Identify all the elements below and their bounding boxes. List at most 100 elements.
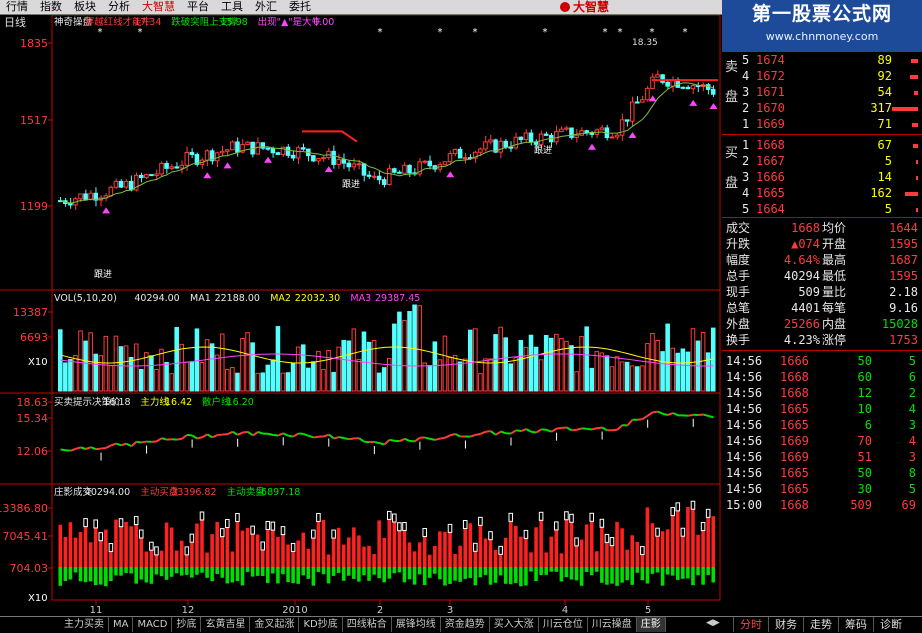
menu-item-6[interactable]: 工具: [215, 0, 249, 14]
volume-bar: [286, 373, 290, 391]
indicator-tab-6[interactable]: KD抄底: [299, 617, 342, 632]
buy-bar: [231, 551, 235, 567]
decision-segment: [349, 438, 354, 439]
menu-item-4[interactable]: 大智慧: [136, 0, 181, 14]
decision-segment: [157, 438, 162, 441]
indicator-tab-4[interactable]: 玄黄吉星: [201, 617, 250, 632]
indicator-tab-5[interactable]: 金叉起涨: [250, 617, 299, 632]
menu-item-5[interactable]: 平台: [181, 0, 215, 14]
menu-item-8[interactable]: 委托: [283, 0, 317, 14]
buy-bar: [205, 553, 209, 567]
buy-bar: [398, 531, 402, 567]
menu-item-1[interactable]: 指数: [34, 0, 68, 14]
indicator-tab-0[interactable]: 主力买卖: [60, 617, 109, 632]
follow-label: 跟进: [534, 145, 552, 156]
buy-bar: [266, 529, 270, 567]
volume-bar: [342, 340, 346, 391]
indicator-tab-12[interactable]: 川云操盘: [588, 617, 637, 632]
decision-segment: [511, 430, 516, 433]
volume-outline: [226, 520, 230, 528]
candle-body: [504, 141, 508, 147]
indicator-tab-1[interactable]: MA: [109, 617, 133, 632]
buy-bar: [200, 520, 204, 567]
sell-bar: [590, 567, 594, 575]
decision-segment: [207, 434, 212, 437]
indicator-tab-9[interactable]: 资金趋势: [441, 617, 490, 632]
stat-value: 4.23%: [758, 333, 820, 348]
volume-outline: [555, 522, 559, 530]
candle-body: [393, 169, 397, 173]
vol-legend-5: 22032.30: [295, 293, 340, 304]
volume-bar: [701, 332, 705, 391]
candle-body: [246, 142, 250, 144]
buy-volume-bar: [916, 208, 918, 212]
buy-bar: [463, 528, 467, 567]
candle-body: [317, 159, 321, 161]
indicator-tab-7[interactable]: 四线粘合: [343, 617, 392, 632]
signal-triangle: [446, 171, 454, 177]
stat-label: 均价: [822, 221, 846, 236]
menu-item-3[interactable]: 分析: [102, 0, 136, 14]
menu-item-7[interactable]: 外汇: [249, 0, 283, 14]
indicator-tab-3[interactable]: 抄底: [172, 617, 201, 632]
candle-body: [651, 77, 655, 88]
volume-bar: [443, 336, 447, 391]
buy-bar: [236, 522, 240, 567]
candle-body: [231, 142, 235, 150]
scroll-arrows-icon[interactable]: ◀▶: [706, 618, 720, 628]
indicator-tab-11[interactable]: 川云仓位: [539, 617, 588, 632]
volume-outline: [84, 519, 88, 527]
decision-segment: [324, 435, 329, 437]
volume-bar: [256, 373, 260, 391]
volume-bar: [398, 312, 402, 391]
sell-bar: [145, 567, 149, 582]
decision-segment: [688, 415, 693, 416]
sell-bar: [524, 567, 528, 585]
decision-segment: [643, 416, 648, 419]
kline-chart[interactable]: 日线183515171199133876693X1018.6315.3412.0…: [0, 15, 722, 616]
candle-body: [514, 137, 518, 148]
star-marker: *: [438, 27, 443, 38]
volume-outline: [317, 513, 321, 521]
buy-bar: [529, 552, 533, 567]
buy-bar: [276, 537, 280, 567]
buy-bar: [150, 550, 154, 567]
buy-bar: [301, 533, 305, 567]
tick-row: 14:561665305: [722, 482, 922, 497]
decision-segment: [450, 434, 455, 435]
volume-bar: [676, 353, 680, 391]
volume-bar: [220, 334, 224, 391]
menu-item-0[interactable]: 行情: [0, 0, 34, 14]
candle-body: [585, 131, 589, 133]
buy-bar: [565, 520, 569, 567]
view-tab-3[interactable]: 筹码: [838, 617, 873, 632]
buy-bar: [433, 546, 437, 567]
view-tab-1[interactable]: 财务: [768, 617, 803, 632]
indicator-tab-13[interactable]: 庄影: [637, 617, 666, 632]
candle-body: [555, 132, 559, 142]
buy-bar: [226, 528, 230, 567]
volume-outline: [479, 517, 483, 525]
decision-segment: [248, 432, 253, 436]
indicator-tab-10[interactable]: 买入大涨: [490, 617, 539, 632]
view-tab-2[interactable]: 走势: [803, 617, 838, 632]
decision-segment: [481, 432, 486, 434]
candle-body: [236, 142, 240, 152]
buy-bar: [701, 531, 705, 567]
volume-outline: [474, 543, 478, 551]
view-tab-0[interactable]: 分时: [733, 617, 768, 632]
volume-outline: [524, 530, 528, 538]
sell-bar: [651, 567, 655, 574]
tick-price: 1665: [780, 482, 809, 497]
decision-segment: [81, 447, 86, 449]
indicator-tab-2[interactable]: MACD: [133, 617, 172, 632]
decision-segment: [516, 430, 521, 431]
volume-bar: [636, 367, 640, 391]
view-tab-4[interactable]: 诊断: [873, 617, 908, 632]
menu-item-2[interactable]: 板块: [68, 0, 102, 14]
indicator-tab-8[interactable]: 展锋均线: [392, 617, 441, 632]
stat-value: 1687: [856, 253, 918, 268]
candle-body: [352, 164, 356, 167]
candle-body: [615, 135, 619, 137]
volume-bar: [474, 329, 478, 391]
